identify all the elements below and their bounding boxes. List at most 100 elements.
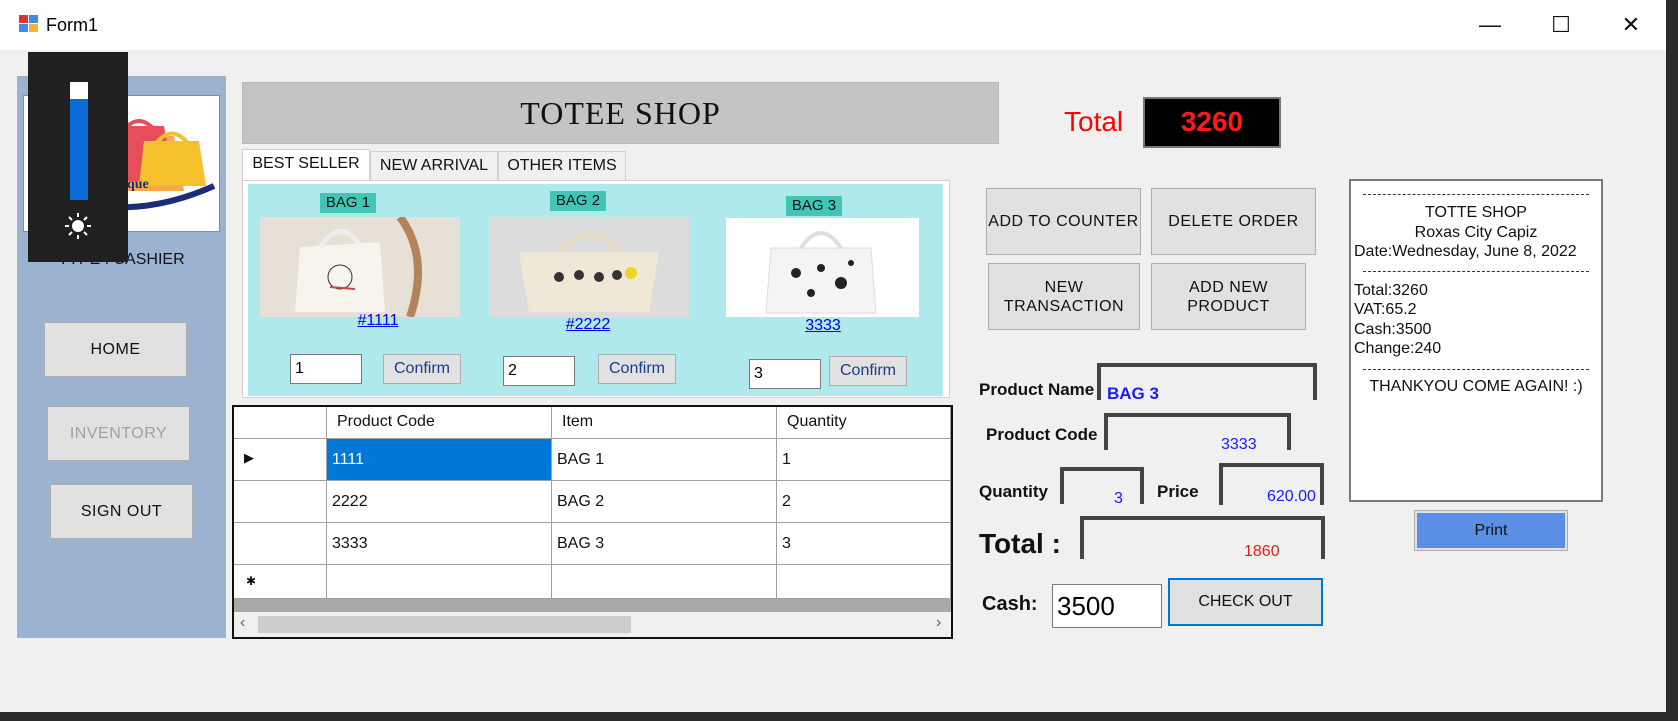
- product-code-value: 3333: [1221, 436, 1257, 453]
- new-row-marker: ✱: [246, 574, 257, 588]
- column-header-quantity[interactable]: Quantity: [777, 407, 951, 439]
- receipt-box: TOTTE SHOP Roxas City Capiz Date:Wednesd…: [1349, 179, 1603, 502]
- receipt-shop-name: TOTTE SHOP: [1425, 204, 1527, 221]
- window-title: Form1: [46, 15, 99, 35]
- grand-total-label: Total: [1064, 106, 1124, 137]
- bag-3-confirm-button[interactable]: Confirm: [829, 356, 907, 386]
- bag-3-qty-input[interactable]: 3: [749, 359, 821, 389]
- add-new-product-button[interactable]: ADD NEW PRODUCT: [1151, 263, 1306, 330]
- product-name-value: BAG 3: [1107, 384, 1159, 403]
- new-row-header[interactable]: ✱: [234, 565, 327, 599]
- bag-2-link[interactable]: #2222: [558, 316, 618, 334]
- shop-title: TOTEE SHOP: [242, 82, 999, 144]
- receipt-divider: [1363, 194, 1589, 195]
- table-cell[interactable]: 3333: [327, 523, 552, 565]
- sun-icon: [64, 212, 92, 245]
- bag-1-qty-input[interactable]: 1: [290, 354, 362, 384]
- best-seller-panel: BAG 1 #1111 1 Confirm BAG 2 #2222 2 Conf…: [242, 180, 950, 398]
- desktop-edge: [1666, 0, 1678, 721]
- quantity-value: 3: [1114, 490, 1123, 507]
- bag-2-qty-input[interactable]: 2: [503, 356, 575, 386]
- item-total-field[interactable]: [1080, 516, 1325, 559]
- price-value: 620.00: [1267, 488, 1316, 505]
- product-name-label: Product Name: [979, 380, 1095, 399]
- product-gallery: BAG 1 #1111 1 Confirm BAG 2 #2222 2 Conf…: [248, 184, 943, 396]
- scrollbar-thumb[interactable]: [258, 616, 631, 633]
- tab-other-items[interactable]: OTHER ITEMS: [498, 151, 626, 181]
- receipt-divider: [1363, 369, 1589, 370]
- print-button[interactable]: Print: [1414, 510, 1568, 551]
- new-transaction-button[interactable]: NEW TRANSACTION: [988, 263, 1140, 330]
- receipt-cash: Cash:3500: [1354, 321, 1432, 338]
- title-bar: Form1 — ☐ ✕: [0, 0, 1666, 50]
- form-icon: [19, 15, 39, 33]
- cash-label: Cash:: [982, 593, 1038, 615]
- bag-3-image[interactable]: [726, 218, 919, 317]
- cash-input[interactable]: 3500: [1052, 584, 1162, 628]
- horizontal-scrollbar[interactable]: ‹ ›: [234, 612, 951, 637]
- new-row-cell[interactable]: [327, 565, 552, 599]
- grid-corner: [234, 407, 327, 439]
- product-code-label: Product Code: [986, 425, 1098, 444]
- receipt-total: Total:3260: [1354, 282, 1428, 299]
- add-to-counter-button[interactable]: ADD TO COUNTER: [986, 188, 1141, 255]
- current-row-marker: ▶: [244, 450, 254, 465]
- new-row-cell[interactable]: [552, 565, 777, 599]
- column-header-product-code[interactable]: Product Code: [327, 407, 552, 439]
- bag-1-label: BAG 1: [320, 193, 376, 213]
- bag-2-label: BAG 2: [550, 191, 606, 211]
- home-button[interactable]: HOME: [44, 322, 187, 377]
- check-out-button[interactable]: CHECK OUT: [1168, 578, 1323, 626]
- tab-best-seller[interactable]: BEST SELLER: [242, 149, 370, 181]
- brightness-flyout: [28, 52, 128, 262]
- item-total-label: Total :: [979, 528, 1061, 559]
- scroll-right-arrow[interactable]: ›: [936, 614, 941, 632]
- new-row-cell[interactable]: [777, 565, 951, 599]
- desktop-bottom-edge: [0, 712, 1678, 721]
- table-cell[interactable]: 3: [777, 523, 951, 565]
- receipt-location: Roxas City Capiz: [1414, 224, 1538, 241]
- table-cell[interactable]: 1: [777, 439, 951, 481]
- quantity-label: Quantity: [979, 482, 1048, 501]
- receipt-thanks: THANKYOU COME AGAIN! :): [1369, 378, 1583, 395]
- maximize-button[interactable]: ☐: [1536, 10, 1586, 40]
- print-button-label: Print: [1417, 513, 1565, 548]
- bag-1-image[interactable]: [260, 217, 460, 317]
- row-header[interactable]: [234, 523, 327, 565]
- app-window: Form1 — ☐ ✕ Tote Bag Boutique TYPE : CAS…: [0, 0, 1666, 712]
- minimize-button[interactable]: —: [1465, 10, 1515, 40]
- table-cell[interactable]: 1111: [327, 439, 552, 481]
- table-cell[interactable]: BAG 3: [552, 523, 777, 565]
- table-cell[interactable]: BAG 2: [552, 481, 777, 523]
- column-header-item[interactable]: Item: [552, 407, 777, 439]
- delete-order-button[interactable]: DELETE ORDER: [1151, 188, 1316, 255]
- receipt-divider: [1363, 271, 1589, 272]
- bag-3-link[interactable]: 3333: [793, 317, 853, 335]
- table-cell[interactable]: 2: [777, 481, 951, 523]
- close-button[interactable]: ✕: [1606, 10, 1656, 40]
- bag-3-label: BAG 3: [786, 196, 842, 216]
- bag-2-image[interactable]: [489, 217, 689, 317]
- receipt-change: Change:240: [1354, 340, 1442, 357]
- price-label: Price: [1157, 482, 1199, 501]
- receipt-date: Date:Wednesday, June 8, 2022: [1354, 243, 1577, 260]
- brightness-slider[interactable]: [70, 82, 88, 200]
- bag-2-confirm-button[interactable]: Confirm: [598, 354, 676, 384]
- receipt-vat: VAT:65.2: [1354, 301, 1417, 318]
- grand-total-display: 3260: [1143, 97, 1281, 148]
- scroll-left-arrow[interactable]: ‹: [240, 614, 245, 632]
- row-header[interactable]: ▶: [234, 439, 327, 481]
- tab-new-arrival[interactable]: NEW ARRIVAL: [370, 151, 498, 181]
- table-cell[interactable]: 2222: [327, 481, 552, 523]
- inventory-button[interactable]: INVENTORY: [47, 406, 190, 461]
- item-total-value: 1860: [1244, 543, 1280, 560]
- product-code-field[interactable]: [1104, 413, 1291, 450]
- table-cell[interactable]: BAG 1: [552, 439, 777, 481]
- brightness-slider-remaining: [70, 82, 88, 99]
- row-header[interactable]: [234, 481, 327, 523]
- bag-1-link[interactable]: #1111: [348, 312, 408, 330]
- sign-out-button[interactable]: SIGN OUT: [50, 484, 193, 539]
- order-grid[interactable]: Product Code Item Quantity ▶ 1111 BAG 1 …: [232, 405, 953, 639]
- quantity-field[interactable]: [1060, 467, 1144, 504]
- bag-1-confirm-button[interactable]: Confirm: [383, 354, 461, 384]
